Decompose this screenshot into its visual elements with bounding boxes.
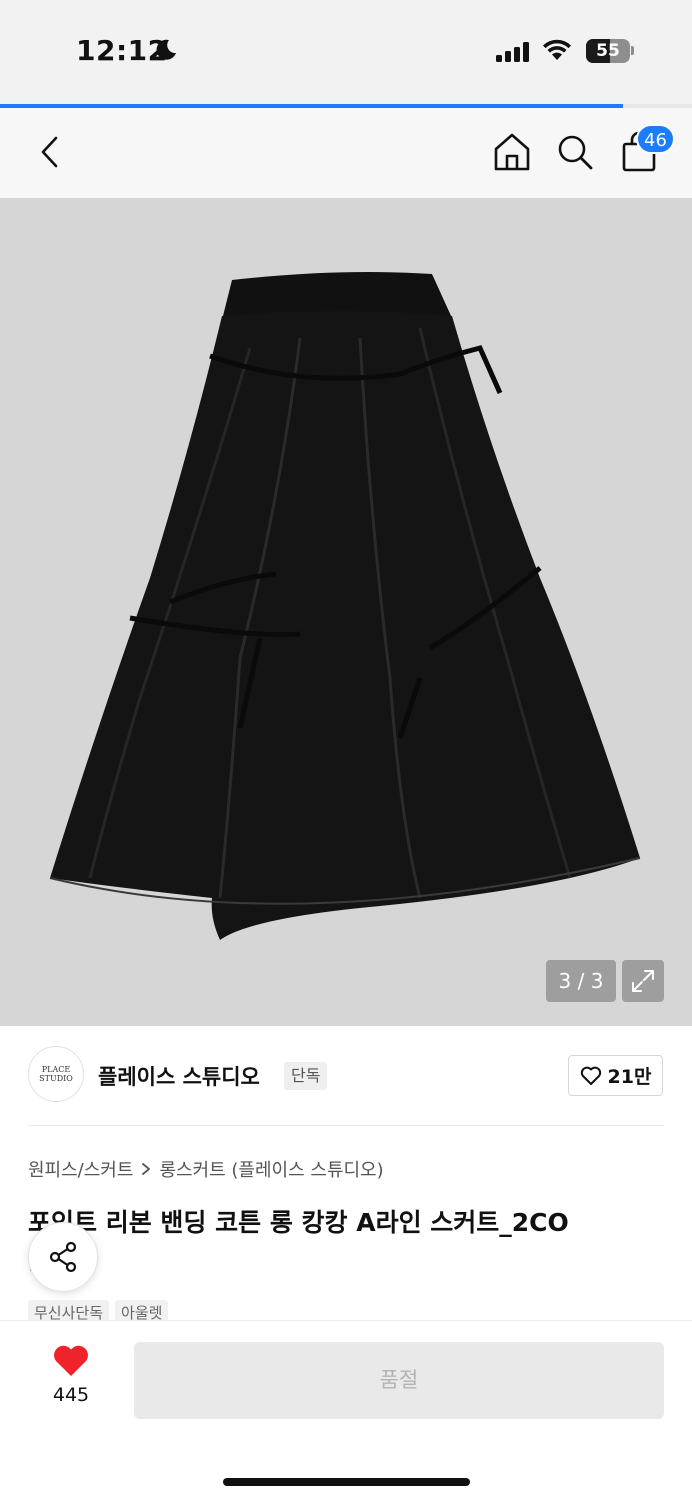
- brand-logo-text-1: PLACE: [41, 1065, 71, 1074]
- chevron-right-icon: [142, 1163, 151, 1175]
- battery-level: 55: [596, 41, 620, 61]
- divider: [28, 1125, 664, 1126]
- search-icon: [558, 135, 593, 170]
- brand-like-button[interactable]: 21만: [568, 1055, 663, 1096]
- chevron-left-icon: [41, 136, 58, 168]
- breadcrumb-category[interactable]: 원피스/스커트: [28, 1156, 133, 1182]
- skirt-photo: [0, 198, 692, 1026]
- brand-name[interactable]: 플레이스 스튜디오: [98, 1061, 260, 1091]
- moon-icon: [156, 39, 176, 60]
- brand-exclusive-badge: 단독: [284, 1062, 328, 1090]
- brand-like-count: 21만: [607, 1066, 652, 1088]
- heart-filled-icon: [54, 1345, 88, 1376]
- breadcrumb-subcategory[interactable]: 롱스커트 (플레이스 스튜디오): [159, 1156, 383, 1182]
- wifi-icon: [543, 39, 571, 60]
- product-image[interactable]: [0, 198, 692, 1026]
- wishlist-count: 445: [52, 1384, 90, 1406]
- sold-out-button[interactable]: 품절: [134, 1342, 664, 1419]
- breadcrumb: 원피스/스커트 롱스커트 (플레이스 스튜디오): [28, 1156, 384, 1182]
- share-button[interactable]: [28, 1222, 98, 1292]
- wishlist-button[interactable]: 445: [36, 1344, 106, 1414]
- cellular-signal-icon: [496, 42, 529, 62]
- product-title: 포인트 리본 밴딩 코튼 롱 캉캉 A라인 스커트_2CO: [28, 1208, 569, 1237]
- image-counter: 3 / 3: [546, 960, 616, 1002]
- home-indicator: [223, 1478, 470, 1486]
- home-button[interactable]: [486, 126, 538, 178]
- home-icon: [494, 133, 530, 171]
- expand-image-button[interactable]: [622, 960, 664, 1002]
- brand-logo[interactable]: PLACE STUDIO: [28, 1046, 84, 1102]
- battery-icon: 55: [586, 39, 630, 63]
- brand-logo-text-2: STUDIO: [39, 1074, 73, 1083]
- status-bar: 12:12 55: [0, 0, 692, 104]
- share-icon: [49, 1241, 77, 1273]
- search-button[interactable]: [549, 126, 601, 178]
- heart-outline-icon: [580, 1066, 601, 1085]
- cart-count-badge: 46: [636, 124, 675, 154]
- top-nav: [0, 108, 692, 198]
- expand-icon: [632, 970, 654, 992]
- back-button[interactable]: [24, 126, 76, 178]
